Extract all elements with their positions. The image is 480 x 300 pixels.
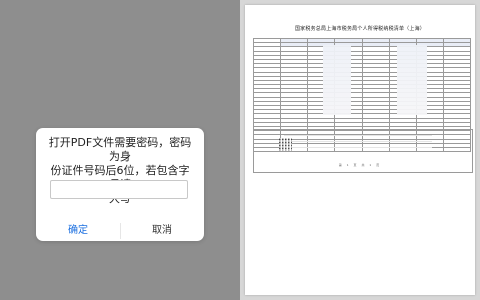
dialog-backdrop: 打开PDF文件需要密码，密码为身 份证件号码后6位，若包含字母请 大写 确定 取…: [0, 0, 240, 300]
note-line: [284, 138, 432, 142]
document-viewer[interactable]: 国家税务总局上海市税务局个人所得税纳税清单（上海） 第 1 页 共 1 页: [240, 0, 480, 300]
note-line: [284, 144, 432, 148]
dialog-button-row: 确定 取消: [36, 221, 204, 241]
qr-code-icon: [279, 138, 292, 151]
cancel-button[interactable]: 取消: [120, 221, 204, 241]
redacted-column: [323, 45, 351, 115]
page-number: 第 1 页 共 1 页: [338, 163, 382, 167]
password-dialog: 打开PDF文件需要密码，密码为身 份证件号码后6位，若包含字母请 大写 确定 取…: [36, 128, 204, 241]
confirm-button[interactable]: 确定: [36, 221, 120, 241]
password-input[interactable]: [50, 180, 188, 199]
document-page: 国家税务总局上海市税务局个人所得税纳税清单（上海） 第 1 页 共 1 页: [245, 5, 475, 295]
document-title: 国家税务总局上海市税务局个人所得税纳税清单（上海）: [294, 26, 425, 32]
redacted-column: [397, 45, 427, 115]
note-line: [284, 132, 432, 136]
